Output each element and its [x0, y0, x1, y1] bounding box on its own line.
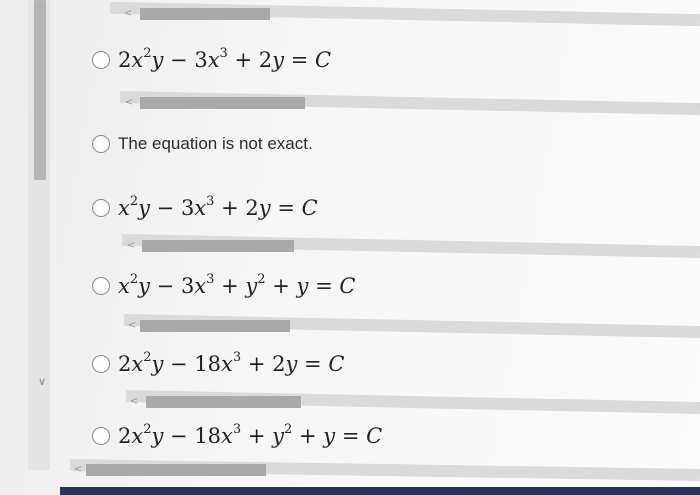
scroll-down-arrow-icon[interactable]: ∨ [36, 376, 48, 388]
answer-option-1[interactable]: 2x2y − 3x3 + 2y = C [92, 42, 331, 78]
vertical-scrollbar-thumb[interactable] [34, 0, 46, 180]
horizontal-scrollbar-thumb[interactable] [140, 8, 270, 20]
scroll-left-icon[interactable]: < [125, 240, 137, 252]
answer-option-6[interactable]: 2x2y − 18x3 + y2 + y = C [92, 418, 382, 454]
radio-button[interactable] [92, 427, 110, 445]
option-equation: 2x2y − 18x3 + 2y = C [118, 350, 345, 376]
horizontal-scrollbar-thumb[interactable] [146, 396, 301, 408]
radio-button[interactable] [92, 199, 110, 217]
scroll-left-icon[interactable]: < [122, 8, 134, 20]
horizontal-scrollbar-thumb[interactable] [142, 240, 294, 252]
taskbar [60, 487, 700, 495]
scroll-left-icon[interactable]: < [72, 464, 84, 476]
option-text: The equation is not exact. [118, 134, 313, 153]
option-equation: 2x2y − 18x3 + y2 + y = C [118, 422, 383, 448]
horizontal-scrollbar-thumb[interactable] [140, 320, 290, 332]
answer-option-5[interactable]: 2x2y − 18x3 + 2y = C [92, 346, 344, 382]
scroll-left-icon[interactable]: < [128, 396, 140, 408]
answer-option-4[interactable]: x2y − 3x3 + y2 + y = C [92, 268, 355, 304]
scroll-left-icon[interactable]: < [123, 97, 135, 109]
radio-button[interactable] [92, 277, 110, 295]
horizontal-scrollbar-thumb[interactable] [140, 97, 305, 109]
option-equation: 2x2y − 3x3 + 2y = C [118, 46, 332, 72]
horizontal-scrollbar-thumb[interactable] [86, 464, 266, 476]
scroll-left-icon[interactable]: < [126, 320, 138, 332]
answer-option-2[interactable]: The equation is not exact. [92, 126, 313, 162]
radio-button[interactable] [92, 51, 110, 69]
option-equation: x2y − 3x3 + y2 + y = C [118, 272, 356, 298]
quiz-page: ∨ < 2x2y − 3x3 + 2y = C < The equation i… [0, 0, 700, 495]
answer-option-3[interactable]: x2y − 3x3 + 2y = C [92, 190, 318, 226]
radio-button[interactable] [92, 355, 110, 373]
option-equation: x2y − 3x3 + 2y = C [118, 194, 318, 220]
radio-button[interactable] [92, 135, 110, 153]
